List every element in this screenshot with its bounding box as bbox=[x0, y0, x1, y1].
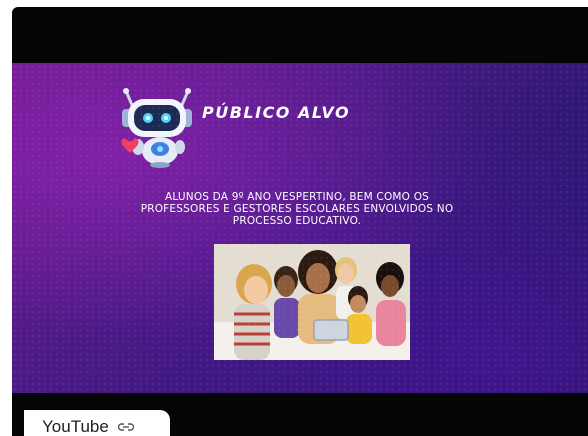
slide-body-line: PROFESSORES E GESTORES ESCOLARES ENVOLVI… bbox=[140, 203, 454, 215]
robot-mascot-icon bbox=[121, 88, 192, 168]
page-frame: PÚBLICO ALVO ALUNOS DA 9º ANO VESPERTINO… bbox=[0, 0, 588, 436]
youtube-embed-player[interactable]: PÚBLICO ALVO ALUNOS DA 9º ANO VESPERTINO… bbox=[12, 7, 588, 436]
slide-body-line: ALUNOS DA 9º ANO VESPERTINO, BEM COMO OS bbox=[164, 191, 430, 203]
classroom-photo bbox=[214, 244, 410, 360]
slide-body-text: ALUNOS DA 9º ANO VESPERTINO, BEM COMO OS… bbox=[102, 191, 492, 227]
link-icon bbox=[117, 422, 134, 431]
presentation-slide: PÚBLICO ALVO ALUNOS DA 9º ANO VESPERTINO… bbox=[12, 63, 588, 393]
slide-title: PÚBLICO ALVO bbox=[202, 103, 351, 122]
slide-body-line: PROCESSO EDUCATIVO. bbox=[232, 215, 362, 227]
youtube-badge[interactable]: YouTube bbox=[24, 410, 170, 436]
youtube-badge-label: YouTube bbox=[42, 416, 109, 436]
